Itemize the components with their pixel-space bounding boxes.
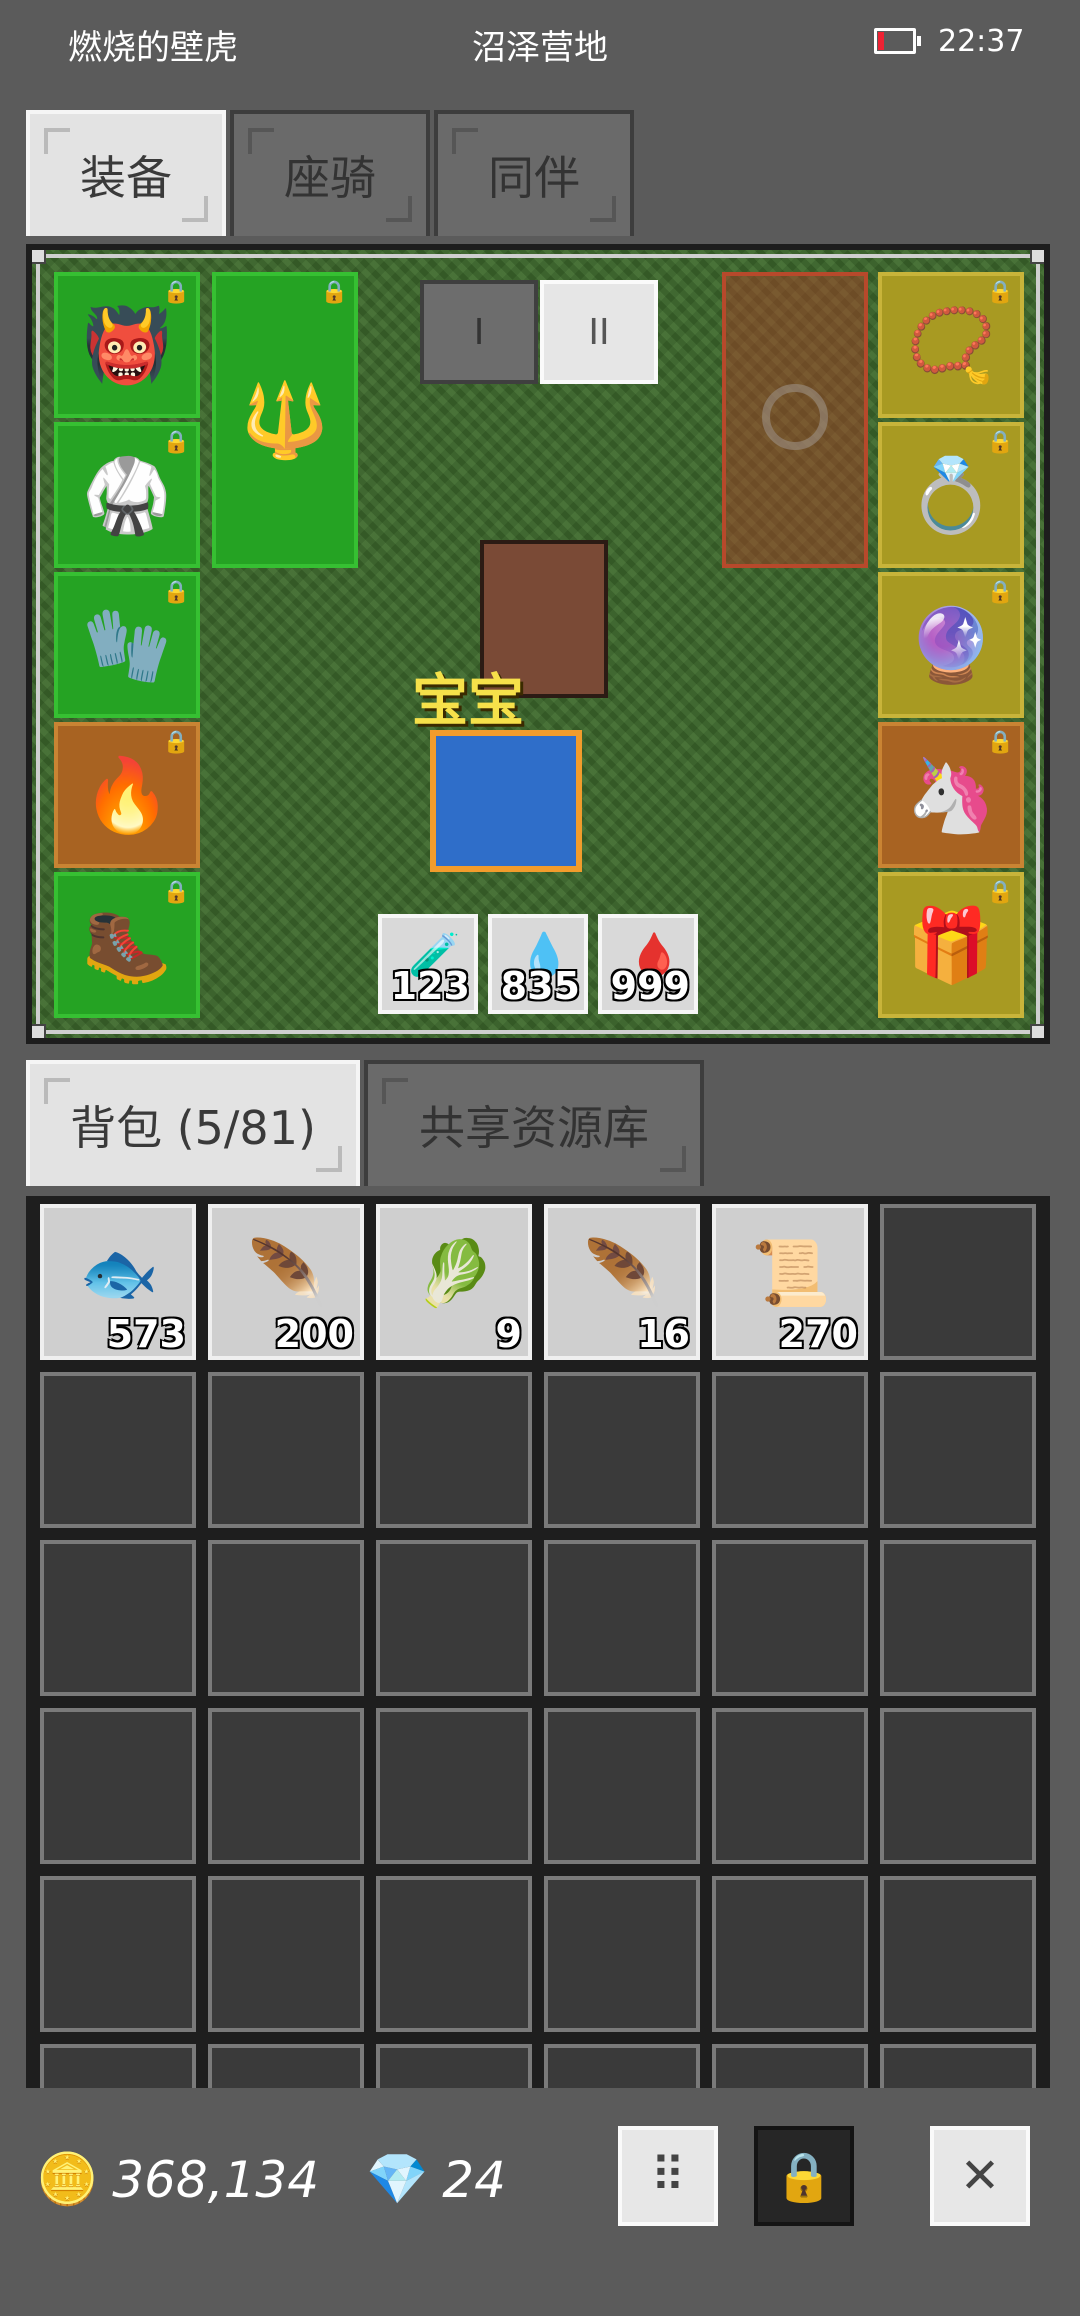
close-icon: ✕	[959, 2148, 1001, 2204]
gold-counter: 🪙 368,134	[36, 2150, 319, 2209]
gem-counter: 💎 24	[366, 2150, 506, 2209]
green-gem-icon: 💎	[366, 2150, 429, 2208]
tab-shared-storage[interactable]: 共享资源库	[364, 1060, 704, 1186]
inventory-slot-empty[interactable]	[880, 1876, 1036, 2032]
battery-icon	[874, 28, 921, 54]
equipment-page-1-tab[interactable]: I	[420, 280, 538, 384]
lock-button[interactable]: 🔒	[754, 2126, 854, 2226]
inventory-slot-empty[interactable]	[712, 1372, 868, 1528]
inventory-slot-empty[interactable]	[376, 1540, 532, 1696]
inventory-slot-empty[interactable]	[376, 2044, 532, 2088]
tab-mount[interactable]: 座骑	[230, 110, 430, 236]
boots-slot[interactable]: 🔒 🥾	[54, 872, 200, 1018]
inventory-slot-empty[interactable]	[544, 1876, 700, 2032]
green-armor-icon: 🥋	[82, 452, 172, 537]
pet-portrait-icon: 🦄	[906, 752, 996, 837]
inventory-slot[interactable]: 🪶 200	[208, 1204, 364, 1360]
tab-companion[interactable]: 同伴	[434, 110, 634, 236]
fish-icon: 🐟	[79, 1236, 159, 1311]
sort-grid-button[interactable]: ⠿	[618, 2126, 718, 2226]
scroll-icon: 📜	[751, 1236, 831, 1311]
inventory-slot-empty[interactable]	[712, 1708, 868, 1864]
status-bar: 燃烧的壁虎 沼泽营地 22:37	[0, 0, 1080, 90]
spear-icon: 🔱	[240, 377, 330, 462]
red-feather-icon: 🪶	[247, 1236, 327, 1311]
grid-icon: ⠿	[650, 2148, 686, 2204]
inventory-grid: 🐟 573 🪶 200 🥬 9 🪶 16 📜 270	[26, 1196, 1050, 2088]
ring-slot-2[interactable]: 🔒 🔮	[878, 572, 1024, 718]
empty-slot-ring-icon	[762, 384, 828, 450]
inventory-slot-empty[interactable]	[880, 1540, 1036, 1696]
inventory-slot-empty[interactable]	[544, 2044, 700, 2088]
inventory-slot-empty[interactable]	[880, 1372, 1036, 1528]
gold-ring-icon: 💍	[906, 452, 996, 537]
purple-gem-ring-icon: 🔮	[906, 602, 996, 687]
inventory-slot-empty[interactable]	[208, 1540, 364, 1696]
inventory-slot-empty[interactable]	[40, 1372, 196, 1528]
inventory-slot-empty[interactable]	[40, 2044, 196, 2088]
potion-slot-red[interactable]: 🩸 999	[598, 914, 698, 1014]
potion-slot-blue[interactable]: 💧 835	[488, 914, 588, 1014]
inventory-slot-empty[interactable]	[880, 1204, 1036, 1360]
pants-slot[interactable]: 🔒 🔥	[54, 722, 200, 868]
hero-name-label: 宝宝	[412, 669, 524, 734]
inventory-slot-empty[interactable]	[544, 1708, 700, 1864]
player-name: 燃烧的壁虎	[68, 28, 238, 68]
close-button[interactable]: ✕	[930, 2126, 1030, 2226]
lock-icon: 🔒	[774, 2148, 834, 2205]
inventory-slot-empty[interactable]	[880, 2044, 1036, 2088]
inventory-slot-empty[interactable]	[208, 1708, 364, 1864]
companion-portrait-icon: 🎁	[906, 902, 996, 987]
clock: 22:37	[938, 24, 1025, 59]
inventory-slot-empty[interactable]	[880, 1708, 1036, 1864]
pink-feather-icon: 🪶	[583, 1236, 663, 1311]
dark-gloves-icon: 🧤	[82, 602, 172, 687]
gold-amount: 368,134	[112, 2150, 320, 2209]
gold-nuggets-icon: 🪙	[36, 2150, 99, 2208]
inventory-slot-empty[interactable]	[376, 1708, 532, 1864]
gem-amount: 24	[442, 2150, 506, 2209]
helmet-slot[interactable]: 🔒 👹	[54, 272, 200, 418]
inventory-slot-empty[interactable]	[40, 1708, 196, 1864]
equipment-page-2-tab[interactable]: II	[540, 280, 658, 384]
inventory-slot[interactable]: 🐟 573	[40, 1204, 196, 1360]
companion-slot[interactable]: 🔒 🎁	[878, 872, 1024, 1018]
hero-chest	[430, 730, 582, 872]
inventory-slot-empty[interactable]	[712, 1876, 868, 2032]
gold-necklace-icon: 📿	[906, 302, 996, 387]
armor-slot[interactable]: 🔒 🥋	[54, 422, 200, 568]
inventory-slot[interactable]: 🥬 9	[376, 1204, 532, 1360]
inventory-slot-empty[interactable]	[40, 1540, 196, 1696]
inventory-slot-empty[interactable]	[376, 1876, 532, 2032]
inventory-slot[interactable]: 📜 270	[712, 1204, 868, 1360]
inventory-slot-empty[interactable]	[544, 1372, 700, 1528]
inventory-slot-empty[interactable]	[712, 2044, 868, 2088]
offhand-slot[interactable]	[722, 272, 868, 568]
ring-slot-1[interactable]: 🔒 💍	[878, 422, 1024, 568]
inventory-slot-empty[interactable]	[712, 1540, 868, 1696]
inventory-slot-empty[interactable]	[208, 1876, 364, 2032]
dark-boots-icon: 🥾	[82, 902, 172, 987]
necklace-slot[interactable]: 🔒 📿	[878, 272, 1024, 418]
tab-backpack[interactable]: 背包 (5/81)	[26, 1060, 360, 1186]
weapon-slot[interactable]: 🔒 🔱	[212, 272, 358, 568]
green-cabbage-icon: 🥬	[415, 1236, 495, 1311]
inventory-slot-empty[interactable]	[544, 1540, 700, 1696]
horned-helmet-icon: 👹	[82, 302, 172, 387]
inventory-slot-empty[interactable]	[208, 1372, 364, 1528]
inventory-slot-empty[interactable]	[40, 1876, 196, 2032]
potion-slot-white[interactable]: 🧪 123	[378, 914, 478, 1014]
inventory-slot-empty[interactable]	[376, 1372, 532, 1528]
location-name: 沼泽营地	[472, 28, 608, 68]
tab-equipment[interactable]: 装备	[26, 110, 226, 236]
gloves-slot[interactable]: 🔒 🧤	[54, 572, 200, 718]
inventory-slot-empty[interactable]	[208, 2044, 364, 2088]
inventory-slot[interactable]: 🪶 16	[544, 1204, 700, 1360]
fire-pants-icon: 🔥	[82, 752, 172, 837]
pet-slot[interactable]: 🔒 🦄	[878, 722, 1024, 868]
